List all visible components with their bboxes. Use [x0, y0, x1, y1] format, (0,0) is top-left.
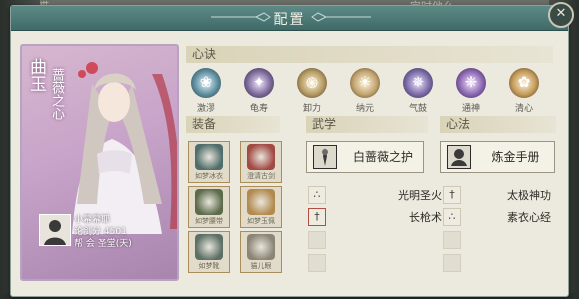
xinfa-empty-slot[interactable] [443, 231, 461, 249]
xinjue-skill[interactable]: ☀ 纳元 [347, 68, 383, 114]
equipment-label: 如梦腰带 [195, 217, 223, 225]
lotus-icon: ✿ [509, 68, 539, 98]
equipment-label: 如梦玉佩 [247, 217, 275, 225]
armor-icon [195, 144, 223, 170]
wuxue-main-slot[interactable]: 白蔷薇之护 [306, 141, 424, 173]
xinfa-sub-name: 太极神功 [507, 189, 551, 202]
xinjue-skill[interactable]: ❈ 通神 [453, 68, 489, 114]
character-portrait-art [72, 62, 177, 234]
spear-icon: † [308, 208, 326, 226]
equipment-slot[interactable]: 如梦腰带 [188, 186, 230, 228]
xinjue-skill-label: 清心 [514, 104, 533, 114]
player-name: 小幕幕耶 [74, 215, 111, 225]
character-card[interactable]: 曲玉 蔷薇之心 小幕幕耶 论剑分 4501 帮 会 圣堂(天) [20, 44, 179, 281]
section-equipment-header: 装备 [186, 116, 280, 133]
xinjue-skill-label: 气鼓 [408, 104, 427, 114]
title-bar: 配置 [11, 6, 568, 31]
xinfa-sub-item[interactable]: ∴ 素衣心经 [443, 208, 551, 226]
boots-icon [195, 234, 223, 260]
pendant-icon [247, 189, 275, 215]
wuxue-sub-name: 长枪术 [409, 211, 442, 224]
close-button[interactable]: ✕ [548, 2, 574, 28]
vortex-icon: ✵ [403, 68, 433, 98]
title-ornament-right-icon [311, 12, 371, 22]
player-avatar[interactable] [39, 214, 71, 246]
wuxue-sub-name: 光明圣火 [398, 189, 442, 202]
equipment-slot[interactable]: 猫儿眼 [240, 231, 282, 273]
wuxue-empty-slot[interactable] [308, 254, 326, 272]
character-title: 蔷薇之心 [49, 68, 64, 120]
equipment-slot[interactable]: 如梦冰衣 [188, 141, 230, 183]
equipment-slot[interactable]: 如梦靴 [188, 231, 230, 273]
xinjue-skill[interactable]: ✵ 气鼓 [400, 68, 436, 114]
taiji-icon: † [443, 186, 461, 204]
equipment-slot[interactable]: 澄清古剑 [240, 141, 282, 183]
xinjue-skill-label: 通神 [461, 104, 480, 114]
xinjue-skill[interactable]: ֍ 卸力 [294, 68, 330, 114]
xinfa-main-slot[interactable]: 炼金手册 [440, 141, 555, 173]
score-label: 论剑分 [74, 227, 102, 237]
score-value: 4501 [103, 227, 127, 237]
wave-icon: ❀ [191, 68, 221, 98]
wuxue-empty-slot[interactable] [308, 231, 326, 249]
fire-icon: ∴ [308, 186, 326, 204]
character-name: 曲玉 [26, 58, 46, 92]
xinfa-main-icon [447, 145, 471, 169]
section-wuxue-header: 武学 [306, 116, 428, 133]
equipment-label: 澄清古剑 [247, 172, 275, 180]
wuxue-sub-item[interactable]: ∴ 光明圣火 [308, 186, 442, 204]
wuxue-main-name: 白蔷薇之护 [352, 150, 413, 164]
sword-icon [247, 144, 275, 170]
equipment-label: 猫儿眼 [250, 262, 272, 270]
xinjue-skill-label: 激漻 [196, 104, 215, 114]
xinfa-main-name: 炼金手册 [491, 150, 540, 164]
spiral-icon: ֍ [297, 68, 327, 98]
xinjue-skill-label: 卸力 [302, 104, 321, 114]
xinfa-sub-item[interactable]: † 太极神功 [443, 186, 551, 204]
equipment-slot[interactable]: 如梦玉佩 [240, 186, 282, 228]
section-xinfa-header: 心法 [440, 116, 556, 133]
guild-label: 帮 [74, 239, 84, 249]
scroll-icon: ∴ [443, 208, 461, 226]
belt-icon [195, 189, 223, 215]
xinjue-skill-label: 纳元 [355, 104, 374, 114]
xinjue-skill[interactable]: ❀ 激漻 [188, 68, 224, 114]
window-title: 配置 [273, 12, 306, 28]
xinfa-sub-name: 素衣心经 [507, 211, 551, 224]
cat-eye-icon [247, 234, 275, 260]
equipment-label: 如梦冰衣 [195, 172, 223, 180]
close-icon: ✕ [555, 6, 567, 21]
player-info: 小幕幕耶 论剑分 4501 帮 会 圣堂(天) [74, 214, 132, 250]
xinjue-skill-label: 龟寿 [249, 104, 268, 114]
wuxue-sub-item[interactable]: † 长枪术 [308, 208, 442, 226]
xinfa-empty-slot[interactable] [443, 254, 461, 272]
section-xinjue-header: 心诀 [186, 46, 553, 63]
guild-name: 会 圣堂(天) [85, 239, 132, 249]
equipment-label: 如梦靴 [198, 262, 220, 270]
xinjue-skill[interactable]: ✿ 清心 [506, 68, 542, 114]
xinjue-skill[interactable]: ✦ 龟寿 [241, 68, 277, 114]
turtle-icon: ✦ [244, 68, 274, 98]
spirit-icon: ❈ [456, 68, 486, 98]
wuxue-main-icon [313, 145, 337, 169]
sun-icon: ☀ [350, 68, 380, 98]
